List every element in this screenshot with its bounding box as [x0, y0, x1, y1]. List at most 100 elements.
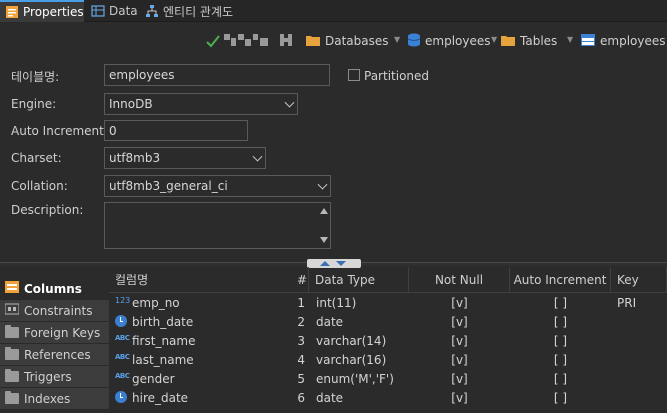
collation-select[interactable]: utf8mb3_general_ci [104, 175, 331, 197]
cell-data-type: enum('M','F') [316, 371, 394, 386]
cell-column-name: last_name [132, 352, 194, 367]
cell-not-null: [v] [451, 333, 468, 348]
cell-auto-increment: [ ] [553, 390, 568, 405]
cell-ordinal: 3 [297, 333, 305, 348]
chevron-down-icon[interactable]: ▼ [394, 35, 400, 44]
abc-icon: ABC [115, 334, 130, 342]
description-label: Description: [11, 203, 84, 217]
column-header-key[interactable]: Key [611, 267, 667, 293]
cell-column-name: birth_date [132, 314, 194, 329]
columns-icon [5, 281, 19, 296]
toolbar-pixel-icon[interactable] [224, 34, 268, 49]
cell-auto-increment: [ ] [553, 371, 568, 386]
cell-not-null: [v] [451, 371, 468, 386]
cell-data-type: date [316, 390, 344, 405]
sidebar-item-references[interactable]: References [0, 344, 109, 366]
table-row[interactable]: ABC gender 5 enum('M','F') [v] [ ] [109, 369, 667, 388]
table-name-label: 테이블명: [11, 70, 60, 84]
cell-not-null: [v] [451, 314, 468, 329]
column-header-not-null[interactable]: Not Null [409, 267, 510, 293]
sidebar-item-triggers[interactable]: Triggers [0, 366, 109, 388]
clock-icon [115, 315, 127, 327]
collation-label: Collation: [11, 179, 68, 193]
folder-icon [5, 347, 19, 360]
constraints-icon [4, 303, 20, 318]
abc-icon: ABC [115, 372, 130, 380]
table-row[interactable]: ABC first_name 3 varchar(14) [v] [ ] [109, 331, 667, 350]
chevron-down-icon[interactable]: ▼ [567, 35, 573, 44]
cell-not-null: [v] [451, 390, 468, 405]
cell-column-name: gender [132, 371, 175, 386]
column-header-number[interactable]: # [291, 267, 309, 293]
chevron-down-icon[interactable]: ▼ [491, 35, 497, 44]
cell-key [617, 369, 665, 388]
cell-key: PRI [617, 295, 637, 310]
cell-key [617, 388, 665, 407]
cell-data-type: varchar(14) [316, 333, 387, 348]
editor-tab-bar: Properties Data 엔티티 관계도 [0, 0, 667, 22]
cell-ordinal: 4 [297, 352, 305, 367]
sidebar-item-columns[interactable]: Columns [0, 278, 109, 300]
table-row[interactable]: birth_date 2 date [v] [ ] [109, 312, 667, 331]
chevron-down-icon [284, 97, 295, 108]
table-row[interactable]: ABC last_name 4 varchar(16) [v] [ ] [109, 350, 667, 369]
cell-key [617, 350, 665, 369]
table-name-field[interactable]: employees [104, 64, 330, 86]
breadcrumb-tables[interactable]: Tables [501, 33, 557, 49]
cell-column-name: emp_no [132, 295, 180, 310]
cell-data-type: int(11) [316, 295, 357, 310]
cell-ordinal: 2 [297, 314, 305, 329]
tab-er-diagram[interactable]: 엔티티 관계도 [140, 0, 246, 22]
auto-increment-field[interactable]: 0 [104, 120, 248, 141]
er-diagram-icon [145, 4, 159, 18]
cell-auto-increment: [ ] [553, 295, 568, 310]
breadcrumb-database[interactable]: employees [407, 33, 490, 50]
chevron-down-icon [317, 179, 328, 190]
engine-select[interactable]: InnoDB [104, 93, 298, 115]
breadcrumb-table[interactable]: employees [581, 33, 665, 49]
clock-icon [115, 391, 127, 403]
breadcrumb-databases[interactable]: Databases [306, 33, 389, 49]
abc-icon: ABC [115, 353, 130, 361]
cell-key [617, 312, 665, 331]
sidebar-item-foreign-keys[interactable]: Foreign Keys [0, 322, 109, 344]
cell-data-type: varchar(16) [316, 352, 387, 367]
save-check-icon[interactable] [205, 33, 221, 52]
partitioned-label: Partitioned [364, 69, 430, 83]
cell-auto-increment: [ ] [553, 314, 568, 329]
chevron-down-icon [252, 151, 263, 162]
cell-not-null: [v] [451, 352, 468, 367]
table-row[interactable]: 123 emp_no 1 int(11) [v] [ ] PRI [109, 293, 667, 312]
engine-label: Engine: [11, 97, 57, 111]
cell-ordinal: 5 [297, 371, 305, 386]
charset-label: Charset: [11, 151, 62, 165]
cell-column-name: first_name [132, 333, 196, 348]
sidebar: Columns Constraints Foreign Keys Referen… [0, 278, 109, 413]
folder-icon [5, 325, 19, 338]
description-textarea[interactable] [104, 202, 331, 249]
columns-table: 컬럼명 # Data Type Not Null Auto Increment … [109, 267, 667, 413]
folder-icon [5, 369, 19, 382]
column-header-auto-increment[interactable]: Auto Increment [510, 267, 611, 293]
sidebar-item-constraints[interactable]: Constraints [0, 300, 109, 322]
table-icon [581, 33, 595, 49]
sidebar-item-indexes[interactable]: Indexes [0, 388, 109, 410]
scroll-up-arrow-icon[interactable] [320, 208, 328, 214]
cell-auto-increment: [ ] [553, 352, 568, 367]
toolbar-grid-icon[interactable] [280, 34, 292, 49]
auto-increment-label: Auto Increment: [11, 124, 108, 138]
table-row[interactable]: hire_date 6 date [v] [ ] [109, 388, 667, 407]
folder-icon [5, 391, 19, 404]
column-header-data-type[interactable]: Data Type [309, 267, 409, 293]
tab-properties[interactable]: Properties [0, 0, 84, 22]
charset-select[interactable]: utf8mb3 [104, 147, 266, 169]
tab-data[interactable]: Data [86, 0, 138, 22]
grid-icon [91, 4, 105, 18]
cell-ordinal: 1 [297, 295, 305, 310]
column-header-name[interactable]: 컬럼명 [109, 267, 309, 293]
cell-auto-increment: [ ] [553, 333, 568, 348]
database-icon [407, 33, 421, 50]
scroll-down-arrow-icon[interactable] [320, 237, 328, 243]
partitioned-checkbox[interactable] [348, 69, 360, 81]
cell-key [617, 331, 665, 350]
